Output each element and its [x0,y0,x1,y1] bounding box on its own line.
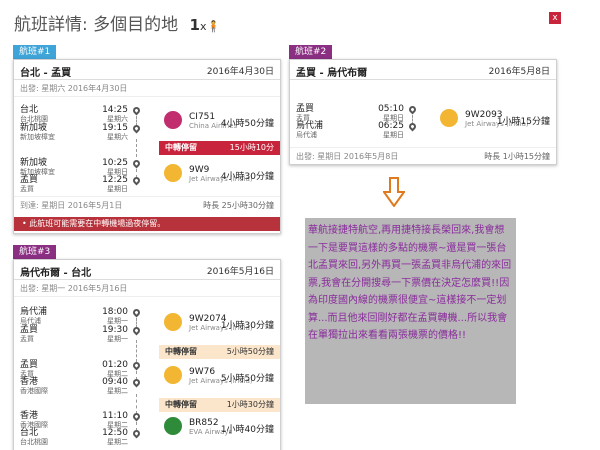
seg-to: 台北 台北桃園 [20,428,48,446]
flight1-tag: 航班#1 [13,45,57,59]
flight3-header: 烏代布爾 - 台北 2016年5月16日 [14,260,280,280]
location-pin-icon [407,104,418,115]
route-line [136,139,137,157]
seg-from: 新加坡 新加坡樟宜 [20,158,55,176]
location-pin-icon [131,377,142,388]
location-pin-icon [131,175,142,186]
flight3-seg2: 孟買 孟買 01:20 星期二 香港 香港國際 09:40 星期二 9W76 Jet Ai… [14,359,280,395]
flight1-route: 台北 - 孟買 [20,68,72,79]
blog-comment: 華航接捷特航空,再用捷特接長榮回來,我會想一下是要買這樣的多點的機票~還是買一張… [305,218,516,404]
overnight-warning: • 此航班可能需要在中轉機場過夜停留。 [14,217,280,231]
segment-duration: 4小時30分鐘 [220,172,274,182]
page-title: 航班詳情: 多個目的地 1x🧍 [14,10,220,35]
segment-duration: 1小時30分鐘 [220,321,274,331]
flight1-card: 台北 - 孟買 2016年4月30日 出發: 星期六 2016年4月30日 台北… [13,59,281,234]
flight2-route: 孟買 - 烏代布爾 [296,68,368,79]
eva-airways-logo-icon [164,417,182,435]
seg-to: 新加坡 新加坡樟宜 [20,123,55,141]
seg-from: 香港 香港國際 [20,411,48,429]
flight3-depart: 出發: 星期一 2016年5月16日 [14,280,280,297]
flight2-tag: 航班#2 [289,45,333,59]
flight2-header: 孟買 - 烏代布爾 2016年5月8日 [290,60,556,80]
flight2-seg1: 孟買 孟買 05:10 星期日 烏代浦 烏代浦 06:25 星期日 9W2093 Jet … [290,102,556,139]
seg-dep-time: 10:25 星期日 [102,158,128,176]
seg-dep-time: 14:25 星期六 [102,105,128,123]
close-button[interactable]: x [549,12,561,24]
flight1-date: 2016年4月30日 [206,67,274,77]
person-icon: 🧍 [206,20,221,33]
jet-airways-logo-icon [440,109,458,127]
location-pin-icon [131,307,142,318]
seg-from: 孟買 孟買 [296,104,315,122]
jet-airways-logo-icon [164,313,182,331]
flight3-date: 2016年5月16日 [206,267,274,277]
seg-from: 孟買 孟買 [20,360,39,378]
flight2-date: 2016年5月8日 [488,67,550,77]
location-pin-icon [131,325,142,336]
seg-arr-time: 09:40 星期二 [102,377,128,395]
flight3-card: 烏代布爾 - 台北 2016年5月16日 出發: 星期一 2016年5月16日 … [13,259,281,450]
segment-duration: 1小時40分鐘 [220,425,274,435]
location-pin-icon [131,428,142,439]
seg-arr-time: 12:50 星期二 [102,428,128,446]
title-text: 航班詳情: 多個目的地 [14,15,179,35]
flight1-seg1: 台北 台北桃園 14:25 星期六 新加坡 新加坡樟宜 19:15 星期六 CI751 C… [14,103,280,141]
seg-dep-time: 11:10 星期二 [102,411,128,429]
flight3-layover1: 中轉停留 5小時50分鐘 [159,345,280,359]
flight3-seg3: 香港 香港國際 11:10 星期二 台北 台北桃園 12:50 星期二 BR852 EVA… [14,410,280,446]
china-airlines-logo-icon [164,111,182,129]
flight1-arrive: 到達: 星期日 2016年5月1日 時長 25小時30分鐘 [14,196,280,212]
seg-from: 烏代浦 烏代浦 [20,307,48,325]
seg-to: 孟買 孟買 [20,325,39,343]
flight1-depart: 出發: 星期六 2016年4月30日 [14,80,280,97]
location-pin-icon [131,123,142,134]
flight3-tag: 航班#3 [13,245,57,259]
flight3-route: 烏代布爾 - 台北 [20,268,92,279]
passenger-count: 1 [189,16,200,34]
seg-dep-time: 05:10 星期日 [378,104,404,122]
flight1-seg2: 新加坡 新加坡樟宜 10:25 星期日 孟買 孟買 12:25 星期日 9W9 Jet A… [14,157,280,193]
segment-duration: 5小時50分鐘 [220,374,274,384]
flight1-layover: 中轉停留 15小時10分 [159,141,280,155]
location-pin-icon [131,158,142,169]
seg-arr-time: 19:30 星期一 [102,325,128,343]
down-arrow-icon [383,177,405,207]
seg-arr-time: 19:15 星期六 [102,123,128,141]
location-pin-icon [407,121,418,132]
seg-to: 烏代浦 烏代浦 [296,121,324,139]
flight1-header: 台北 - 孟買 2016年4月30日 [14,60,280,80]
location-pin-icon [131,105,142,116]
segment-duration: 4小時50分鐘 [220,119,274,129]
flight2-arrive: 出發: 星期日 2016年5月8日 時長 1小時15分鐘 [290,147,556,163]
seg-dep-time: 01:20 星期二 [102,360,128,378]
seg-arr-time: 06:25 星期日 [378,121,404,139]
seg-to: 香港 香港國際 [20,377,48,395]
jet-airways-logo-icon [164,164,182,182]
segment-duration: 1小時15分鐘 [496,117,550,127]
jet-airways-logo-icon [164,366,182,384]
seg-arr-time: 12:25 星期日 [102,175,128,193]
flight3-seg1: 烏代浦 烏代浦 18:00 星期一 孟買 孟買 19:30 星期一 9W2074 Jet … [14,305,280,343]
flight2-card: 孟買 - 烏代布爾 2016年5月8日 孟買 孟買 05:10 星期日 烏代浦 烏代浦… [289,59,557,165]
location-pin-icon [131,411,142,422]
seg-to: 孟買 孟買 [20,175,39,193]
seg-from: 台北 台北桃園 [20,105,48,123]
location-pin-icon [131,360,142,371]
seg-dep-time: 18:00 星期一 [102,307,128,325]
